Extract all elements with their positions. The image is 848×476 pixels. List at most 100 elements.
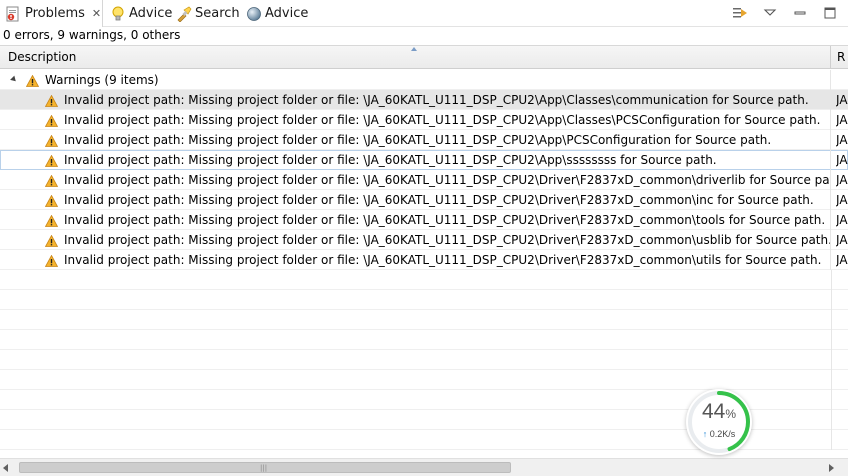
view-tab-bar: Problems ✕ Advice Search Advice (0, 0, 848, 27)
description-text: Invalid project path: Missing project fo… (64, 233, 831, 247)
column-separator (831, 370, 832, 390)
tab-label: Search (195, 6, 240, 21)
view-toolbar (732, 5, 838, 21)
description-text: Invalid project path: Missing project fo… (64, 173, 831, 187)
description-text: Invalid project path: Missing project fo… (64, 213, 826, 227)
warning-icon (44, 153, 59, 167)
table-row[interactable]: Invalid project path: Missing project fo… (0, 170, 848, 190)
empty-row (0, 310, 848, 330)
column-separator (831, 430, 832, 450)
tab-advice[interactable]: Advice (110, 0, 172, 27)
description-cell: Invalid project path: Missing project fo… (0, 130, 831, 150)
description-cell: Invalid project path: Missing project fo… (0, 90, 831, 110)
description-cell: Invalid project path: Missing project fo… (0, 190, 831, 210)
description-text: Invalid project path: Missing project fo… (64, 253, 822, 267)
group-row-warnings[interactable]: Warnings (9 items) (0, 70, 848, 90)
warning-icon (44, 253, 59, 267)
close-icon[interactable]: ✕ (92, 7, 101, 20)
horizontal-scrollbar[interactable]: ||| (0, 458, 848, 476)
column-separator (831, 410, 832, 430)
description-text: Invalid project path: Missing project fo… (64, 93, 809, 107)
empty-row (0, 270, 848, 290)
scrollbar-thumb[interactable]: ||| (19, 462, 511, 473)
description-text: Invalid project path: Missing project fo… (64, 193, 814, 207)
empty-row (0, 290, 848, 310)
resource-cell: JA (836, 113, 848, 127)
table-row[interactable]: Invalid project path: Missing project fo… (0, 250, 848, 270)
warning-icon (44, 133, 59, 147)
warning-icon (44, 93, 59, 107)
globe-icon (246, 6, 262, 22)
percent-symbol: % (725, 407, 737, 421)
description-cell: Invalid project path: Missing project fo… (0, 230, 831, 250)
column-header-resource[interactable]: R (832, 46, 848, 69)
description-cell: Invalid project path: Missing project fo… (0, 210, 831, 230)
tab-advice-2[interactable]: Advice (246, 0, 308, 27)
warning-icon (44, 173, 59, 187)
table-row[interactable]: Invalid project path: Missing project fo… (0, 210, 848, 230)
warning-icon (44, 213, 59, 227)
empty-row (0, 370, 848, 390)
resource-cell: JA (836, 253, 848, 267)
problems-icon (5, 6, 21, 22)
table-row[interactable]: Invalid project path: Missing project fo… (0, 130, 848, 150)
warning-icon (25, 73, 40, 87)
transfer-speed: ↑ 0.2K/s (686, 429, 752, 439)
table-row[interactable]: Invalid project path: Missing project fo… (0, 150, 848, 170)
resource-cell: JA (836, 173, 848, 187)
tab-search[interactable]: Search (176, 0, 240, 27)
warning-icon (44, 233, 59, 247)
resource-cell: JA (836, 153, 848, 167)
tab-label: Problems (25, 6, 85, 21)
description-cell: Invalid project path: Missing project fo… (0, 250, 831, 270)
warning-icon (44, 193, 59, 207)
resource-cell: JA (836, 93, 848, 107)
table-row[interactable]: Invalid project path: Missing project fo… (0, 110, 848, 130)
table-row[interactable]: Invalid project path: Missing project fo… (0, 190, 848, 210)
column-separator (831, 390, 832, 410)
column-separator (831, 310, 832, 330)
tab-label: Advice (265, 6, 309, 21)
grip-icon: ||| (260, 464, 268, 472)
description-text: Invalid project path: Missing project fo… (64, 133, 772, 147)
resource-cell: JA (836, 193, 848, 207)
description-cell: Invalid project path: Missing project fo… (0, 110, 831, 130)
table-row[interactable]: Invalid project path: Missing project fo… (0, 90, 848, 110)
network-monitor-widget[interactable]: 44% ↑ 0.2K/s (686, 389, 752, 455)
minimize-icon[interactable] (792, 5, 808, 21)
table-row[interactable]: Invalid project path: Missing project fo… (0, 230, 848, 250)
upload-arrow-icon: ↑ (702, 429, 708, 439)
column-header-description[interactable]: Description (0, 46, 831, 69)
column-separator (831, 350, 832, 370)
table-header: Description R (0, 46, 848, 69)
empty-row (0, 330, 848, 350)
expand-twisty-icon[interactable] (10, 75, 18, 84)
column-header-label: R (837, 50, 846, 64)
column-header-label: Description (8, 50, 77, 64)
group-label: Warnings (9 items) (45, 73, 159, 87)
usage-percent: 44% (686, 400, 752, 424)
description-cell: Invalid project path: Missing project fo… (0, 170, 831, 190)
scroll-left-arrow-icon[interactable] (3, 464, 8, 472)
resource-cell: JA (836, 133, 848, 147)
empty-row (0, 350, 848, 370)
lightbulb-icon (110, 6, 126, 22)
column-separator (831, 330, 832, 350)
description-text: Invalid project path: Missing project fo… (64, 153, 717, 167)
percent-value: 44 (701, 400, 726, 423)
resource-cell: JA (836, 213, 848, 227)
sort-ascending-icon (411, 47, 417, 51)
scroll-corner (834, 459, 848, 476)
resource-cell: JA (836, 233, 848, 247)
tab-label: Advice (129, 6, 173, 21)
search-flashlight-icon (176, 6, 192, 22)
view-menu-icon[interactable] (762, 5, 778, 21)
warning-icon (44, 113, 59, 127)
column-separator (831, 270, 832, 290)
speed-value: 0.2K/s (709, 429, 736, 439)
group-cell: Warnings (9 items) (0, 70, 831, 90)
description-cell: Invalid project path: Missing project fo… (0, 150, 831, 170)
maximize-icon[interactable] (822, 5, 838, 21)
tab-problems[interactable]: Problems ✕ (0, 0, 103, 27)
focus-toolbar-icon[interactable] (732, 5, 748, 21)
